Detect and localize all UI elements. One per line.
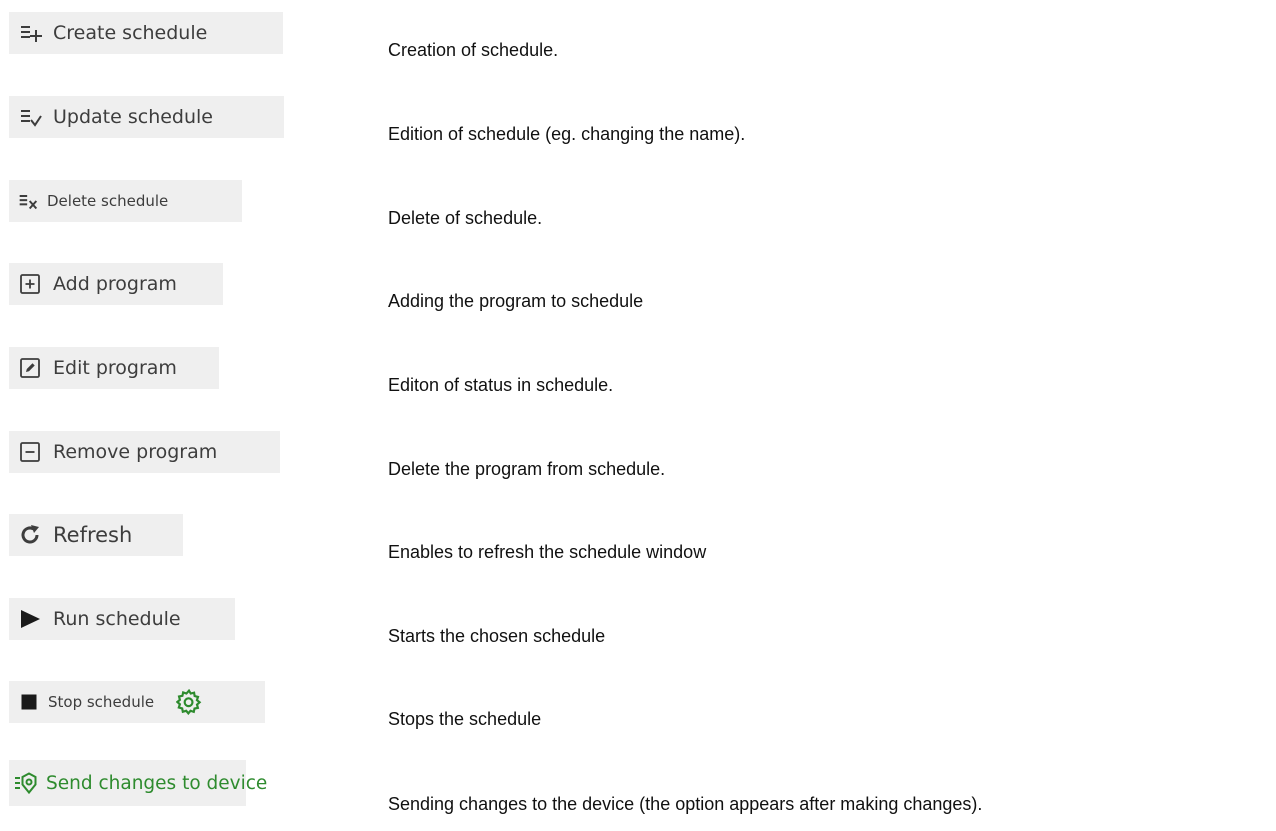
refresh-button[interactable]: Refresh: [9, 514, 183, 556]
play-icon: [18, 607, 42, 631]
refresh-label: Refresh: [53, 523, 133, 547]
create-schedule-description: Creation of schedule.: [388, 40, 559, 60]
remove-box-icon: [18, 440, 42, 464]
entry-delete-schedule: Delete schedule Delete of schedule.: [0, 180, 1276, 250]
run-schedule-label: Run schedule: [53, 608, 181, 630]
entry-refresh: Refresh Enables to refresh the schedule …: [0, 514, 1276, 584]
run-schedule-description: Starts the chosen schedule: [388, 626, 606, 646]
send-device-icon: [14, 771, 38, 795]
entry-edit-program: Edit program Editon of status in schedul…: [0, 347, 1276, 417]
entry-create-schedule: Create schedule Creation of schedule.: [0, 12, 1276, 82]
stop-schedule-description: Stops the schedule: [388, 709, 542, 729]
edit-program-description: Editon of status in schedule.: [388, 375, 614, 395]
refresh-description: Enables to refresh the schedule window: [388, 542, 707, 562]
remove-program-button[interactable]: Remove program: [9, 431, 280, 473]
send-changes-button[interactable]: Send changes to device: [9, 760, 267, 806]
entry-update-schedule: Update schedule Edition of schedule (eg.…: [0, 96, 1276, 166]
stop-schedule-button[interactable]: Stop schedule: [9, 681, 265, 723]
delete-schedule-label: Delete schedule: [47, 192, 169, 210]
entry-stop-schedule: Stop schedule Stops the schedule: [0, 681, 1276, 751]
create-schedule-button[interactable]: Create schedule: [9, 12, 283, 54]
edit-box-icon: [18, 356, 42, 380]
add-program-description: Adding the program to schedule: [388, 291, 644, 311]
create-list-icon: [18, 21, 42, 45]
delete-schedule-button[interactable]: Delete schedule: [9, 180, 242, 222]
delete-list-icon: [18, 191, 38, 211]
remove-program-label: Remove program: [53, 441, 218, 463]
entry-send-changes: Send changes to device Sending changes t…: [0, 759, 1276, 829]
add-box-icon: [18, 272, 42, 296]
run-schedule-button[interactable]: Run schedule: [9, 598, 235, 640]
entry-add-program: Add program Adding the program to schedu…: [0, 263, 1276, 333]
refresh-icon: [18, 523, 42, 547]
update-schedule-button[interactable]: Update schedule: [9, 96, 284, 138]
send-changes-description: Sending changes to the device (the optio…: [388, 794, 983, 814]
update-schedule-label: Update schedule: [53, 106, 213, 128]
delete-schedule-description: Delete of schedule.: [388, 208, 543, 228]
stop-icon: [19, 692, 39, 712]
stop-schedule-label: Stop schedule: [48, 693, 155, 711]
remove-program-description: Delete the program from schedule.: [388, 459, 666, 479]
add-program-button[interactable]: Add program: [9, 263, 223, 305]
entry-remove-program: Remove program Delete the program from s…: [0, 431, 1276, 501]
edit-program-label: Edit program: [53, 357, 177, 379]
edit-program-button[interactable]: Edit program: [9, 347, 219, 389]
gear-icon: [176, 689, 202, 715]
send-changes-label: Send changes to device: [46, 772, 268, 794]
update-list-icon: [18, 105, 42, 129]
entry-run-schedule: Run schedule Starts the chosen schedule: [0, 598, 1276, 668]
add-program-label: Add program: [53, 273, 177, 295]
create-schedule-label: Create schedule: [53, 22, 208, 44]
update-schedule-description: Edition of schedule (eg. changing the na…: [388, 124, 746, 144]
